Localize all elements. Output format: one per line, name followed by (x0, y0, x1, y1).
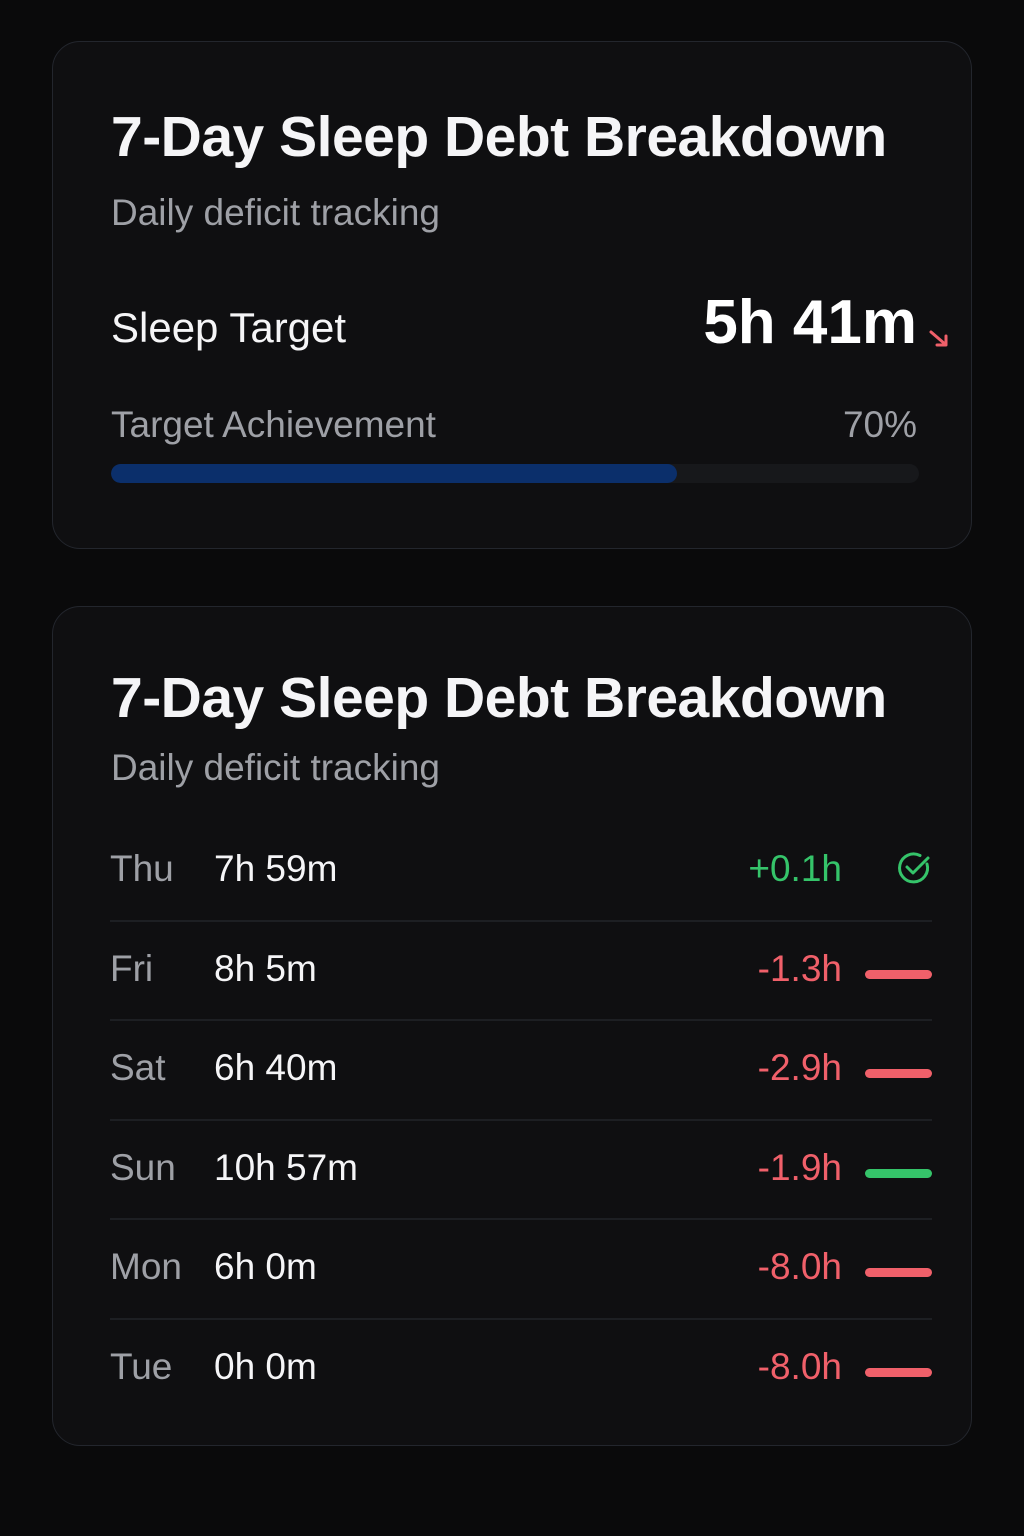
deficit-indicator-bar (865, 1367, 932, 1377)
day-row: Tue 0h 0m -8.0h (110, 1320, 932, 1420)
card-title: 7-Day Sleep Debt Breakdown (111, 666, 887, 730)
check-circle-icon (898, 852, 930, 884)
card-title: 7-Day Sleep Debt Breakdown (111, 105, 887, 169)
sleep-duration: 7h 59m (214, 848, 338, 889)
day-list: Thu 7h 59m +0.1h Fri 8h 5m -1.3h Sat 6h 40m -2.9… (110, 822, 932, 1419)
sleep-deficit: -8.0h (757, 1246, 842, 1287)
day-row: Fri 8h 5m -1.3h (110, 922, 932, 1021)
sleep-duration: 6h 0m (214, 1246, 317, 1287)
day-name: Fri (110, 947, 154, 989)
deficit-indicator-bar (865, 969, 932, 979)
sleep-target-label: Sleep Target (111, 304, 347, 351)
sleep-deficit: -8.0h (757, 1345, 842, 1387)
day-name: Mon (110, 1246, 182, 1287)
day-row: Sat 6h 40m -2.9h (110, 1021, 932, 1121)
sleep-target-value: 5h 41m (703, 288, 917, 357)
day-name: Sun (110, 1146, 176, 1188)
deficit-indicator-bar (865, 1168, 932, 1178)
sleep-deficit: -1.9h (757, 1146, 842, 1188)
page: 7-Day Sleep Debt Breakdown Daily deficit… (0, 0, 1024, 1536)
sleep-deficit: +0.1h (748, 848, 842, 889)
sleep-debt-breakdown-card: 7-Day Sleep Debt Breakdown Daily deficit… (52, 606, 972, 1446)
target-achievement-value: 70% (842, 404, 917, 445)
day-name: Thu (110, 848, 174, 889)
sleep-duration: 10h 57m (214, 1146, 358, 1188)
sleep-duration: 6h 40m (214, 1047, 338, 1088)
arrow-down-right-icon (929, 330, 948, 347)
target-achievement-progress (111, 464, 919, 483)
day-name: Sat (110, 1047, 166, 1088)
card-subtitle: Daily deficit tracking (111, 747, 441, 788)
progress-fill (111, 464, 677, 483)
deficit-indicator-bar (865, 1069, 932, 1078)
sleep-duration: 0h 0m (214, 1345, 317, 1387)
day-row: Mon 6h 0m -8.0h (110, 1220, 932, 1320)
day-row: Sun 10h 57m -1.9h (110, 1121, 932, 1220)
sleep-target-card: 7-Day Sleep Debt Breakdown Daily deficit… (52, 41, 972, 549)
card-subtitle: Daily deficit tracking (111, 192, 441, 233)
deficit-indicator-bar (865, 1268, 932, 1277)
sleep-deficit: -2.9h (757, 1047, 842, 1088)
sleep-deficit: -1.3h (757, 947, 842, 989)
sleep-duration: 8h 5m (214, 947, 317, 989)
day-name: Tue (110, 1345, 173, 1387)
day-row: Thu 7h 59m +0.1h (110, 822, 932, 922)
target-achievement-label: Target Achievement (111, 404, 436, 445)
